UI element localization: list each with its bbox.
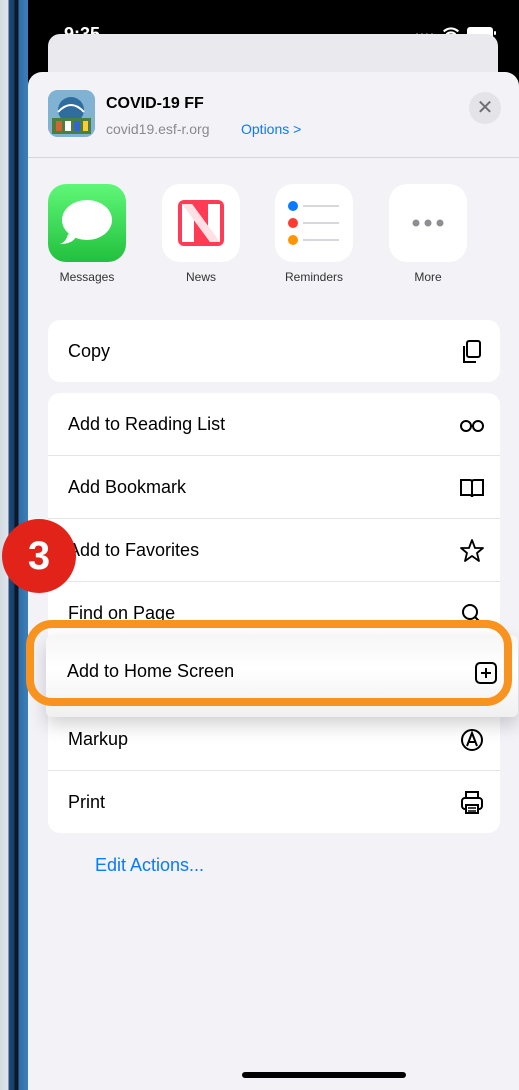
action-print[interactable]: Print xyxy=(48,771,500,833)
app-more[interactable]: More xyxy=(389,184,467,284)
more-icon xyxy=(389,184,467,262)
header-divider xyxy=(28,157,519,158)
home-indicator xyxy=(242,1072,406,1078)
action-markup[interactable]: Markup xyxy=(48,708,500,771)
messages-icon xyxy=(48,184,126,262)
site-icon xyxy=(48,90,95,137)
action-label: Copy xyxy=(68,341,111,361)
screen: 9:35 ···· xyxy=(28,0,519,1090)
options-link[interactable]: Options > xyxy=(241,121,301,137)
phone-screenshot: 9:35 ···· xyxy=(0,0,519,1090)
book-icon xyxy=(458,474,486,502)
app-reminders[interactable]: Reminders xyxy=(275,184,353,284)
page-title: COVID-19 FF xyxy=(106,95,204,112)
glasses-icon xyxy=(458,411,486,439)
app-label-news: News xyxy=(185,270,216,284)
action-add-to-favorites[interactable]: Add to Favorites xyxy=(48,519,500,582)
app-label-messages: Messages xyxy=(59,270,115,284)
close-button[interactable]: ✕ xyxy=(469,92,501,124)
app-news[interactable]: News xyxy=(162,184,240,284)
markup-pen-icon xyxy=(458,726,486,754)
action-label: Add to Reading List xyxy=(68,414,226,434)
reminders-icon xyxy=(275,184,353,262)
action-label: Add Bookmark xyxy=(68,477,187,497)
action-add-bookmark[interactable]: Add Bookmark xyxy=(48,456,500,519)
highlight-ring xyxy=(26,620,512,706)
action-label: Print xyxy=(68,792,106,812)
star-icon xyxy=(458,537,486,565)
action-label: Markup xyxy=(68,729,129,749)
actions-group: Add to Reading List Add Bookmark Add to … xyxy=(48,393,500,833)
app-messages[interactable]: Messages xyxy=(48,184,126,284)
close-icon: ✕ xyxy=(476,97,494,119)
edit-actions-link[interactable]: Edit Actions... xyxy=(95,855,204,876)
page-url: covid19.esf-r.org xyxy=(106,121,210,137)
action-copy[interactable]: Copy xyxy=(48,320,500,382)
app-label-reminders: Reminders xyxy=(284,270,344,284)
action-add-to-reading-list[interactable]: Add to Reading List xyxy=(48,393,500,456)
copy-icon xyxy=(458,338,486,366)
news-icon xyxy=(162,184,240,262)
app-label-more: More xyxy=(414,270,442,284)
step-badge: 3 xyxy=(2,519,76,593)
printer-icon xyxy=(458,789,486,817)
copy-group: Copy xyxy=(48,320,500,382)
action-label: Add to Favorites xyxy=(68,540,200,560)
